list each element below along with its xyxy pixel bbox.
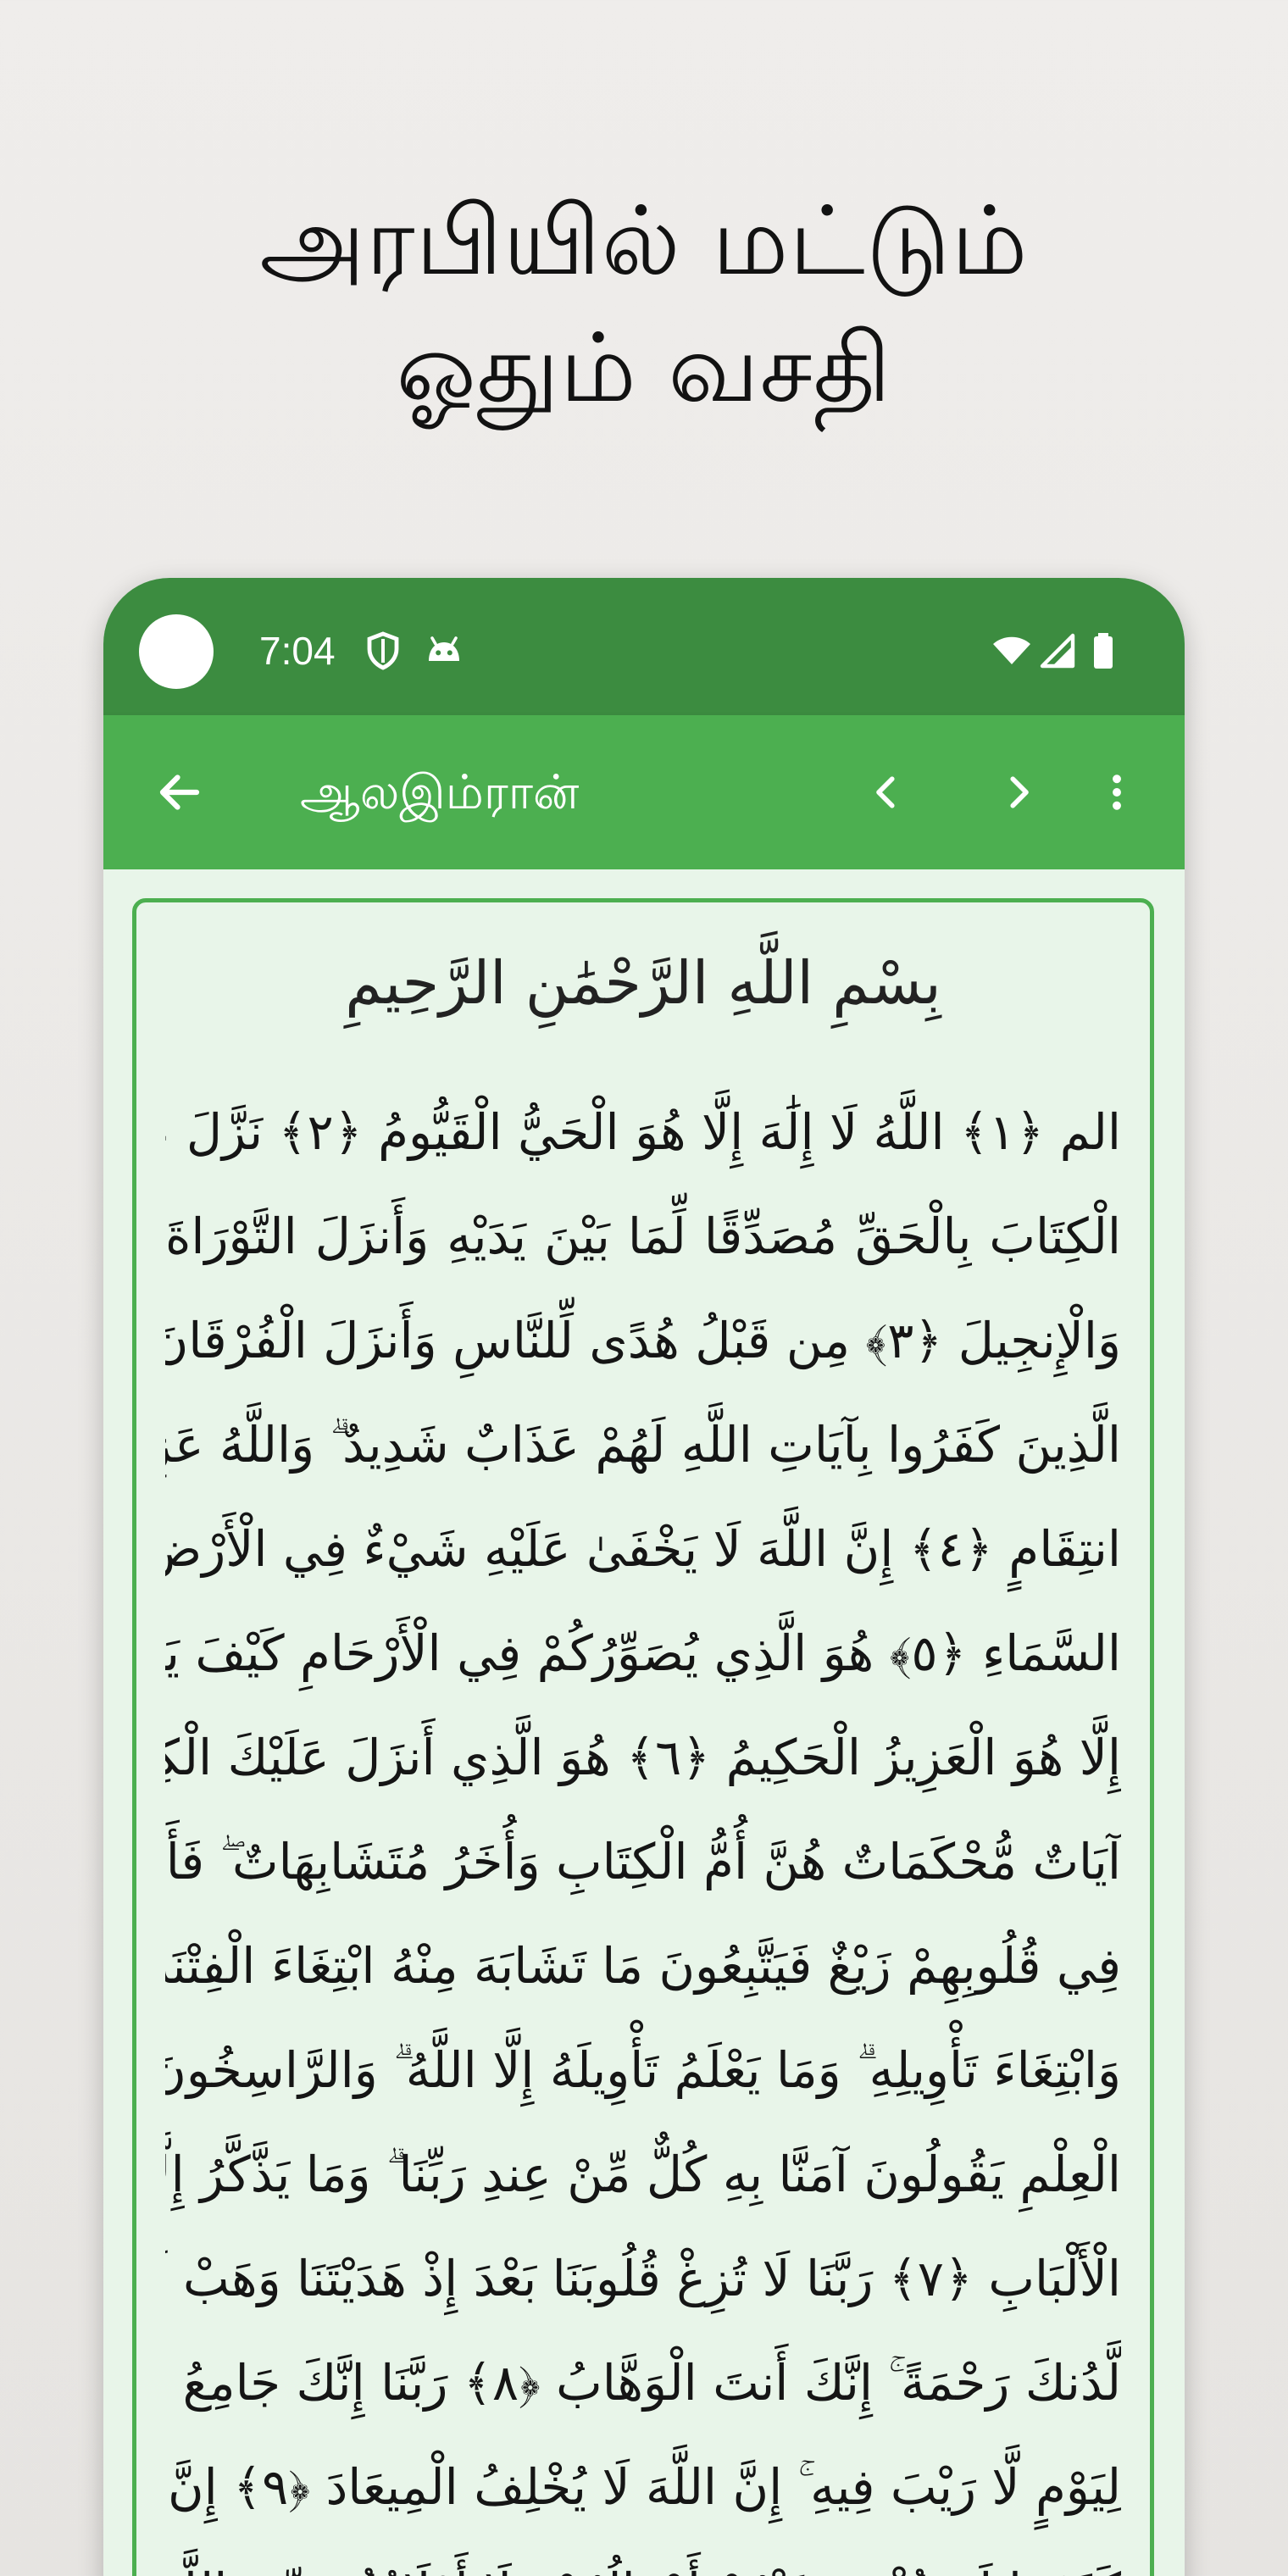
- shield-icon: [367, 631, 399, 670]
- ayah-line: وَالْإِنجِيلَ ﴿٣﴾ مِن قَبْلُ هُدًى لِّلن…: [165, 1312, 1121, 1369]
- battery-icon: [1094, 633, 1113, 669]
- ayah-line: لِيَوْمٍ لَّا رَيْبَ فِيهِ ۚ إِنَّ اللَّ…: [165, 2458, 1121, 2516]
- ayah-line: السَّمَاءِ ﴿٥﴾ هُوَ الَّذِي يُصَوِّرُكُم…: [165, 1624, 1121, 1682]
- phone-screen: 7:04 ஆலஇம்ரான் بِسْمِ اللَّهِ الرَّحْمَٰ…: [103, 578, 1185, 2576]
- next-surah-button[interactable]: [976, 750, 1061, 835]
- ayah-line: الْكِتَابَ بِالْحَقِّ مُصَدِّقًا لِّمَا …: [165, 1208, 1121, 1265]
- more-vert-icon: [1113, 774, 1121, 810]
- ayah-line: إِلَّا هُوَ الْعَزِيزُ الْحَكِيمُ ﴿٦﴾ هُ…: [165, 1729, 1121, 1786]
- ayah-text: الم ﴿١﴾ اللَّهُ لَا إِلَٰهَ إِلَّا هُوَ …: [165, 1080, 1121, 2576]
- promo-title-line-2: ஓதும் வசதி: [396, 314, 892, 424]
- quran-page-frame: بِسْمِ اللَّهِ الرَّحْمَٰنِ الرَّحِيمِ ا…: [132, 898, 1154, 2576]
- overflow-menu-button[interactable]: [1074, 750, 1159, 835]
- promo-headline: அரபியில் மட்டும் ஓதும் வசதி: [0, 178, 1288, 432]
- app-bar: ஆலஇம்ரான்: [103, 715, 1185, 869]
- basmala: بِسْمِ اللَّهِ الرَّحْمَٰنِ الرَّحِيمِ: [345, 948, 941, 1018]
- previous-surah-button[interactable]: [844, 750, 929, 835]
- back-button[interactable]: [137, 750, 222, 835]
- camera-cutout: [139, 614, 214, 689]
- ayah-line: آيَاتٌ مُّحْكَمَاتٌ هُنَّ أُمُّ الْكِتَا…: [165, 1833, 1121, 1890]
- wifi-icon: [993, 636, 1030, 664]
- status-bar: 7:04: [103, 578, 1185, 715]
- chevron-left-icon: [876, 776, 895, 808]
- status-time: 7:04: [259, 629, 336, 673]
- ayah-line: فِي قُلُوبِهِمْ زَيْغٌ فَيَتَّبِعُونَ مَ…: [165, 1937, 1121, 1995]
- chevron-right-icon: [1010, 776, 1029, 808]
- ayah-line: الْأَلْبَابِ ﴿٧﴾ رَبَّنَا لَا تُزِغْ قُل…: [165, 2250, 1121, 2307]
- ayah-line: الم ﴿١﴾ اللَّهُ لَا إِلَٰهَ إِلَّا هُوَ …: [165, 1103, 1121, 1161]
- ayah-line: الْعِلْمِ يَقُولُونَ آمَنَّا بِهِ كُلٌّ …: [165, 2146, 1121, 2203]
- android-icon: [429, 636, 459, 661]
- signal-icon: [1040, 633, 1075, 669]
- ayah-line: كَفَرُوا لَن تُغْنِيَ عَنْهُمْ أَمْوَالُ…: [165, 2540, 1121, 2576]
- ayah-line: انتِقَامٍ ﴿٤﴾ إِنَّ اللَّهَ لَا يَخْفَىٰ…: [165, 1520, 1121, 1578]
- surah-title: ஆலஇம்ரான்: [300, 765, 580, 820]
- ayah-line: الَّذِينَ كَفَرُوا بِآيَاتِ اللَّهِ لَهُ…: [165, 1416, 1121, 1474]
- ayah-line: وَابْتِغَاءَ تَأْوِيلِهِ ۗ وَمَا يَعْلَم…: [165, 2041, 1121, 2099]
- promo-title-line-1: அரபியில் மட்டும்: [259, 186, 1029, 297]
- ayah-line: لَّدُنكَ رَحْمَةً ۚ إِنَّكَ أَنتَ الْوَه…: [165, 2354, 1121, 2412]
- arrow-left-icon: [159, 774, 200, 810]
- reader-content[interactable]: بِسْمِ اللَّهِ الرَّحْمَٰنِ الرَّحِيمِ ا…: [103, 869, 1185, 2576]
